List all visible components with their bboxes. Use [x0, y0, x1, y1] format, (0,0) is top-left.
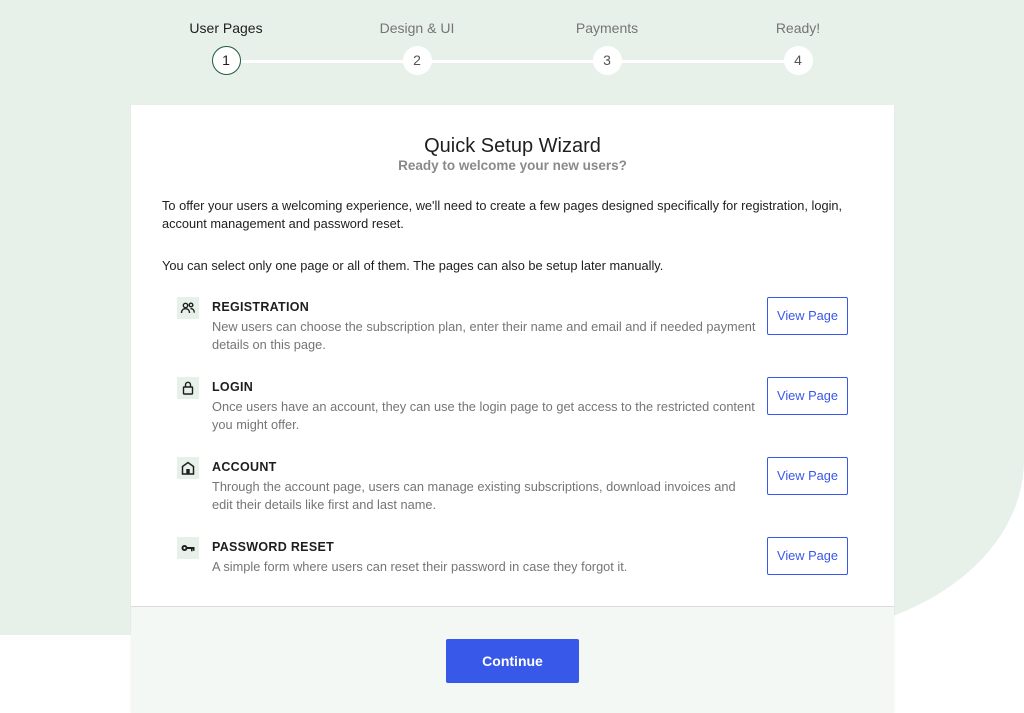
page-item-description: Once users have an account, they can use… — [212, 399, 755, 432]
page-item-title: ACCOUNT — [212, 460, 277, 474]
step-design-ui[interactable]: Design & UI 2 — [337, 0, 497, 75]
step-label: Design & UI — [379, 20, 455, 36]
wizard-footer: Continue — [131, 606, 894, 713]
intro-text: To offer your users a welcoming experien… — [162, 198, 843, 231]
page-item-account: ACCOUNT Through the account page, users … — [177, 457, 849, 517]
step-payments[interactable]: Payments 3 — [527, 0, 687, 75]
step-number: 1 — [211, 46, 241, 75]
page-item-title: LOGIN — [212, 380, 254, 394]
page-item-title: PASSWORD RESET — [212, 540, 335, 554]
step-number: 3 — [592, 46, 622, 75]
key-icon — [177, 537, 199, 559]
wizard-card: Quick Setup Wizard Ready to welcome your… — [131, 105, 894, 713]
step-label: Payments — [575, 20, 639, 36]
intro-note: You can select only one page or all of t… — [162, 258, 664, 273]
page-item-title: REGISTRATION — [212, 300, 310, 314]
page-item-login: LOGIN Once users have an account, they c… — [177, 377, 849, 437]
view-page-button-password-reset[interactable]: View Page — [767, 537, 848, 575]
home-icon — [177, 457, 199, 479]
page-item-description: Through the account page, users can mana… — [212, 479, 736, 512]
wizard-subtitle: Ready to welcome your new users? — [398, 158, 627, 173]
page-item-password-reset: PASSWORD RESET A simple form where users… — [177, 537, 849, 597]
continue-button[interactable]: Continue — [446, 639, 579, 683]
view-page-button-account[interactable]: View Page — [767, 457, 848, 495]
lock-icon — [177, 377, 199, 399]
wizard-title: Quick Setup Wizard — [424, 135, 601, 157]
view-page-button-registration[interactable]: View Page — [767, 297, 848, 335]
page-item-description: New users can choose the subscription pl… — [212, 319, 756, 352]
view-page-button-login[interactable]: View Page — [767, 377, 848, 415]
step-label: Ready! — [775, 20, 821, 36]
step-ready[interactable]: Ready! 4 — [718, 0, 878, 75]
users-icon — [177, 297, 199, 319]
step-user-pages[interactable]: User Pages 1 — [146, 0, 306, 75]
page-item-description: A simple form where users can reset thei… — [212, 559, 628, 574]
page-item-registration: REGISTRATION New users can choose the su… — [177, 297, 849, 357]
stepper-line — [226, 60, 798, 63]
step-number: 4 — [783, 46, 813, 75]
step-label: User Pages — [189, 20, 263, 36]
setup-stepper: User Pages 1 Design & UI 2 Payments 3 Re… — [0, 0, 1024, 90]
step-number: 2 — [402, 46, 432, 75]
